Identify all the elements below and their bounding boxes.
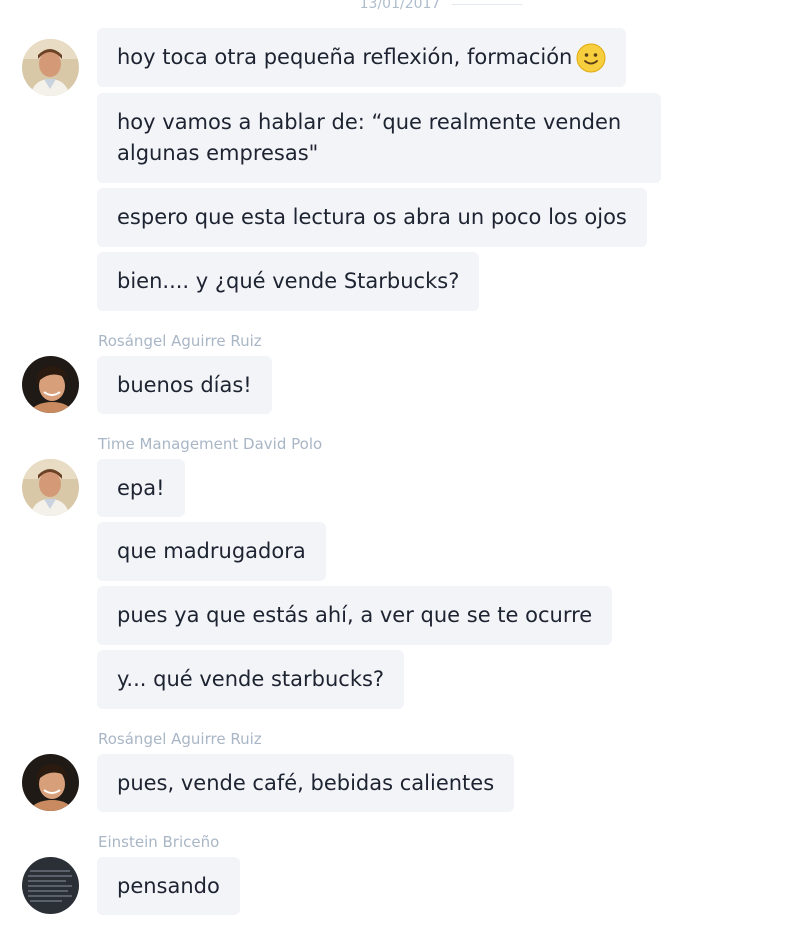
- date-separator: 13/01/2017: [340, 0, 522, 12]
- sender-name: Rosángel Aguirre Ruiz: [98, 730, 262, 748]
- message-bubble[interactable]: y... qué vende starbucks?: [97, 650, 405, 709]
- avatar-rosangel[interactable]: [22, 754, 79, 811]
- sender-name: Rosángel Aguirre Ruiz: [98, 332, 262, 350]
- avatar-david-polo[interactable]: [22, 459, 79, 516]
- message-text: hoy toca otra pequeña reflexión, formaci…: [117, 45, 573, 69]
- message-text: que madrugadora: [117, 539, 306, 563]
- message-bubble[interactable]: pensando: [97, 857, 240, 915]
- message-bubble[interactable]: bien.... y ¿qué vende Starbucks?: [97, 252, 480, 311]
- smiley-emoji-icon: [576, 43, 606, 73]
- message-bubble[interactable]: pues ya que estás ahí, a ver que se te o…: [97, 586, 613, 645]
- message-text: pensando: [117, 873, 220, 898]
- message-text: epa!: [117, 475, 165, 500]
- message-bubble[interactable]: epa!: [97, 459, 185, 517]
- sender-name: Einstein Briceño: [98, 833, 220, 851]
- message-text: espero que esta lectura os abra un poco …: [117, 205, 627, 229]
- message-text: pues ya que estás ahí, a ver que se te o…: [117, 603, 593, 627]
- message-bubble[interactable]: hoy vamos a hablar de: “que realmente ve…: [97, 93, 661, 183]
- message-bubble[interactable]: espero que esta lectura os abra un poco …: [97, 188, 647, 247]
- sender-name: Time Management David Polo: [98, 435, 323, 453]
- message-bubble[interactable]: buenos días!: [97, 356, 272, 414]
- message-text: pues, vende café, bebidas calientes: [117, 770, 495, 795]
- message-text: y... qué vende starbucks?: [117, 667, 385, 691]
- message-text: hoy vamos a hablar de: “que realmente ve…: [117, 110, 622, 165]
- avatar-rosangel[interactable]: [22, 356, 79, 413]
- avatar-david-polo[interactable]: [22, 39, 79, 96]
- message-bubble[interactable]: que madrugadora: [97, 522, 326, 581]
- avatar-einstein[interactable]: [22, 857, 79, 914]
- message-text: bien.... y ¿qué vende Starbucks?: [117, 269, 460, 293]
- message-text: buenos días!: [117, 372, 252, 397]
- message-bubble[interactable]: pues, vende café, bebidas calientes: [97, 754, 515, 812]
- message-bubble[interactable]: hoy toca otra pequeña reflexión, formaci…: [97, 28, 627, 87]
